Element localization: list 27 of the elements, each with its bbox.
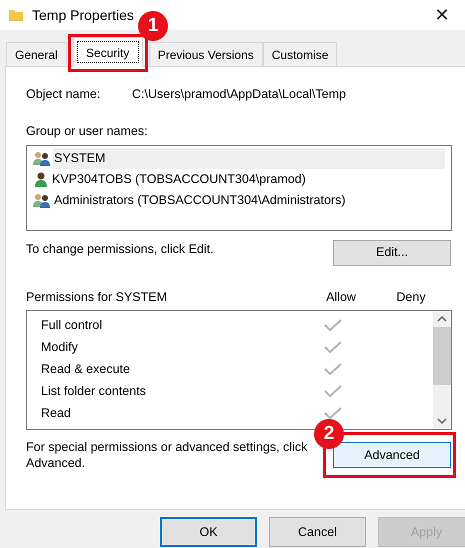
permission-name: List folder contents: [41, 382, 147, 400]
advanced-button[interactable]: Advanced: [333, 442, 451, 468]
dialog-button[interactable]: Cancel: [269, 517, 366, 547]
close-button[interactable]: ✕: [427, 2, 457, 28]
permission-name: Read: [41, 404, 72, 422]
hint-text: For special permissions or advanced settings, click Advanced.: [26, 439, 308, 472]
tab[interactable]: Security: [72, 37, 143, 67]
list-item[interactable]: Administrators (TOBSACCOUNT304\Administrators): [53, 190, 346, 210]
list-item[interactable]: SYSTEM: [53, 148, 445, 168]
section-label: Group or user names:: [26, 122, 149, 140]
step-badge: 2: [314, 419, 344, 450]
window-title: Temp Properties: [32, 6, 134, 25]
column-header: Allow: [325, 288, 357, 306]
permission-name: Full control: [41, 316, 104, 334]
tab[interactable]: Customise: [262, 42, 338, 66]
tab[interactable]: Previous Versions: [148, 42, 263, 66]
section-label: Permissions for SYSTEM: [26, 288, 168, 306]
dialog-button[interactable]: OK: [160, 517, 257, 547]
hint-text: To change permissions, click Edit.: [26, 240, 214, 258]
permission-name: Read & execute: [41, 360, 131, 378]
list-item[interactable]: KVP304TOBS (TOBSACCOUNT304\pramod): [51, 168, 306, 190]
permission-name: Modify: [41, 338, 79, 356]
edit-button[interactable]: Edit...: [333, 240, 451, 266]
field-label: Object name:: [26, 86, 102, 103]
tab[interactable]: General: [6, 42, 67, 66]
column-header: Deny: [395, 288, 427, 306]
field-value: C:\Users\pramod\AppData\Local\Temp: [132, 86, 346, 103]
